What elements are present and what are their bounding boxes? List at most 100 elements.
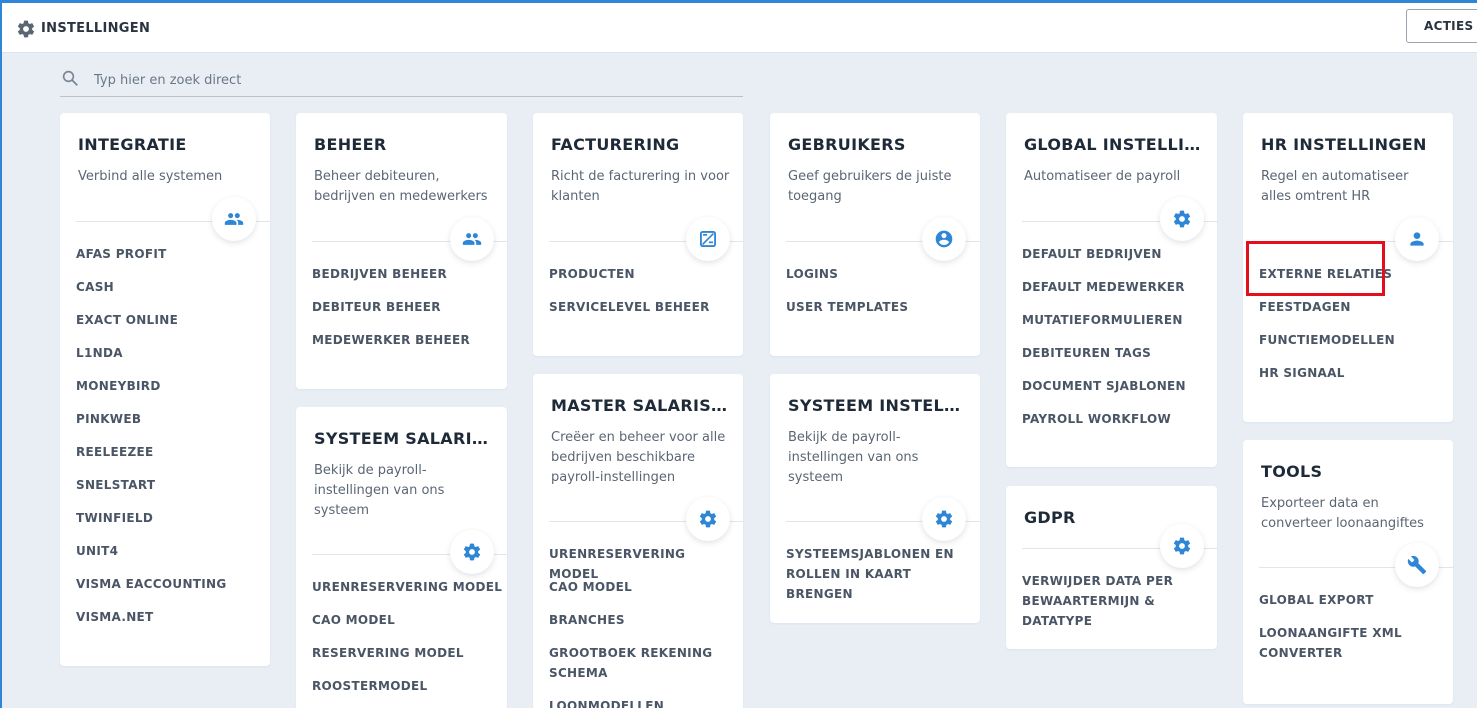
link-verwijder-data[interactable]: VERWIJDER DATA PER BEWAARTERMIJN & DATAT…: [1022, 571, 1204, 628]
card-links: URENRESERVERING MODEL CAO MODEL BRANCHES…: [549, 544, 729, 708]
card-links: AFAS PROFIT CASH EXACT ONLINE L1NDA MONE…: [76, 244, 227, 640]
card-title: TOOLS: [1261, 462, 1323, 481]
link-systeemsjablonen-en-rollen[interactable]: SYSTEEMSJABLONEN EN ROLLEN IN KAART BREN…: [786, 544, 966, 601]
link-urenreservering-model[interactable]: URENRESERVERING MODEL: [312, 577, 502, 610]
search-input[interactable]: [94, 69, 694, 91]
link-roostermodel[interactable]: ROOSTERMODEL: [312, 676, 502, 708]
link-loonmodellen[interactable]: LOONMODELLEN: [549, 696, 729, 708]
invoice-icon: [700, 231, 716, 247]
card-links: SYSTEEMSJABLONEN EN ROLLEN IN KAART BREN…: [786, 544, 966, 601]
card-badge: [1395, 543, 1439, 587]
card-tools: TOOLS Exporteer data en converteer loona…: [1243, 440, 1453, 704]
link-mutatieformulieren[interactable]: MUTATIEFORMULIEREN: [1022, 310, 1186, 343]
link-bedrijven-beheer[interactable]: BEDRIJVEN BEHEER: [312, 264, 470, 297]
link-user-templates[interactable]: USER TEMPLATES: [786, 297, 908, 330]
link-reservering-model[interactable]: RESERVERING MODEL: [312, 643, 502, 676]
link-debiteuren-tags[interactable]: DEBITEUREN TAGS: [1022, 343, 1186, 376]
card-links: URENRESERVERING MODEL CAO MODEL RESERVER…: [312, 577, 502, 708]
card-facturering: FACTURERING Richt de facturering in voor…: [533, 113, 743, 356]
card-title: MASTER SALARISIN...: [551, 396, 731, 415]
card-badge: [1395, 217, 1439, 261]
person-icon: [1410, 232, 1424, 246]
card-title: BEHEER: [314, 135, 387, 154]
wrench-icon: [1407, 555, 1427, 575]
actions-button[interactable]: ACTIES: [1406, 9, 1477, 43]
card-links: LOGINS USER TEMPLATES: [786, 264, 908, 330]
card-badge: [922, 217, 966, 261]
card-description: Regel en automatiseer alles omtrent HR: [1261, 169, 1409, 204]
card-title: FACTURERING: [551, 135, 680, 154]
link-afas-profit[interactable]: AFAS PROFIT: [76, 244, 227, 277]
link-default-bedrijven[interactable]: DEFAULT BEDRIJVEN: [1022, 244, 1186, 277]
card-badge: [686, 217, 730, 261]
link-urenreservering-model[interactable]: URENRESERVERING MODEL: [549, 544, 729, 581]
link-twinfield[interactable]: TWINFIELD: [76, 508, 227, 541]
link-reeleezee[interactable]: REELEEZEE: [76, 442, 227, 475]
link-visma-net[interactable]: VISMA.NET: [76, 607, 227, 640]
users-icon: [462, 233, 482, 245]
card-title: HR INSTELLINGEN: [1261, 135, 1427, 154]
card-description: Richt de facturering in voor klanten: [551, 169, 730, 204]
link-servicelevel-beheer[interactable]: SERVICELEVEL BEHEER: [549, 297, 710, 330]
link-loonaangifte-xml-converter[interactable]: LOONAANGIFTE XML CONVERTER: [1259, 623, 1419, 676]
link-functiemodellen[interactable]: FUNCTIEMODELLEN: [1259, 330, 1395, 363]
link-payroll-workflow[interactable]: PAYROLL WORKFLOW: [1022, 409, 1186, 442]
link-cao-model[interactable]: CAO MODEL: [312, 610, 502, 643]
link-visma-eaccounting[interactable]: VISMA EACCOUNTING: [76, 574, 227, 607]
card-badge: [450, 530, 494, 574]
user-circle-icon: [935, 230, 953, 248]
link-document-sjablonen[interactable]: DOCUMENT SJABLONEN: [1022, 376, 1186, 409]
highlight-box: [1246, 241, 1385, 296]
link-l1nda[interactable]: L1NDA: [76, 343, 227, 376]
gear-icon: [699, 510, 717, 528]
link-unit4[interactable]: UNIT4: [76, 541, 227, 574]
card-description: Geef gebruikers de juiste toegang: [788, 169, 952, 204]
card-title: SYSTEEM SALARISI...: [314, 429, 494, 448]
card-links: GLOBAL EXPORT LOONAANGIFTE XML CONVERTER: [1259, 590, 1419, 676]
card-badge: [686, 497, 730, 541]
link-snelstart[interactable]: SNELSTART: [76, 475, 227, 508]
gear-icon: [1173, 537, 1191, 555]
card-global-instellingen: GLOBAL INSTELLIN... Automatiseer de payr…: [1006, 113, 1217, 467]
link-cash[interactable]: CASH: [76, 277, 227, 310]
card-description: Creëer en beheer voor alle bedrijven bes…: [551, 430, 726, 485]
link-feestdagen[interactable]: FEESTDAGEN: [1259, 297, 1395, 330]
link-pinkweb[interactable]: PINKWEB: [76, 409, 227, 442]
card-links: BEDRIJVEN BEHEER DEBITEUR BEHEER MEDEWER…: [312, 264, 470, 363]
card-title: INTEGRATIE: [78, 135, 187, 154]
link-moneybird[interactable]: MONEYBIRD: [76, 376, 227, 409]
card-badge: [1160, 524, 1204, 568]
link-branches[interactable]: BRANCHES: [549, 610, 729, 643]
card-systeem-salarisinstellingen: SYSTEEM SALARISI... Bekijk de payroll-in…: [296, 407, 507, 708]
card-title: GLOBAL INSTELLIN...: [1024, 135, 1204, 154]
link-cao-model[interactable]: CAO MODEL: [549, 577, 729, 610]
card-links: PRODUCTEN SERVICELEVEL BEHEER: [549, 264, 710, 330]
card-gebruikers: GEBRUIKERS Geef gebruikers de juiste toe…: [770, 113, 980, 356]
gear-icon: [463, 543, 481, 561]
gear-icon: [17, 20, 35, 38]
card-title: SYSTEEM INSTELLI...: [788, 396, 968, 415]
gear-icon: [1173, 210, 1191, 228]
card-description: Verbind alle systemen: [78, 169, 223, 184]
card-description: Bekijk de payroll-instellingen van ons s…: [314, 463, 445, 518]
card-links: DEFAULT BEDRIJVEN DEFAULT MEDEWERKER MUT…: [1022, 244, 1186, 442]
link-grootboek-rekening-schema[interactable]: GROOTBOEK REKENING SCHEMA: [549, 643, 729, 696]
link-medewerker-beheer[interactable]: MEDEWERKER BEHEER: [312, 330, 470, 363]
card-systeem-instellingen: SYSTEEM INSTELLI... Bekijk de payroll-in…: [770, 374, 980, 623]
link-debiteur-beheer[interactable]: DEBITEUR BEHEER: [312, 297, 470, 330]
card-description: Exporteer data en converteer loonaangift…: [1261, 496, 1424, 531]
link-global-export[interactable]: GLOBAL EXPORT: [1259, 590, 1419, 623]
card-description: Automatiseer de payroll: [1024, 169, 1181, 184]
link-producten[interactable]: PRODUCTEN: [549, 264, 710, 297]
search-icon: [62, 70, 78, 86]
link-hr-signaal[interactable]: HR SIGNAAL: [1259, 363, 1395, 396]
card-links: VERWIJDER DATA PER BEWAARTERMIJN & DATAT…: [1022, 571, 1204, 628]
page-title: INSTELLINGEN: [41, 21, 151, 36]
link-logins[interactable]: LOGINS: [786, 264, 908, 297]
gear-icon: [935, 510, 953, 528]
card-description: Bekijk de payroll-instellingen van ons s…: [788, 430, 919, 485]
link-default-medewerker[interactable]: DEFAULT MEDEWERKER: [1022, 277, 1186, 310]
card-integratie: INTEGRATIE Verbind alle systemen AFAS PR…: [60, 113, 270, 666]
link-exact-online[interactable]: EXACT ONLINE: [76, 310, 227, 343]
search-bar: [60, 64, 743, 97]
